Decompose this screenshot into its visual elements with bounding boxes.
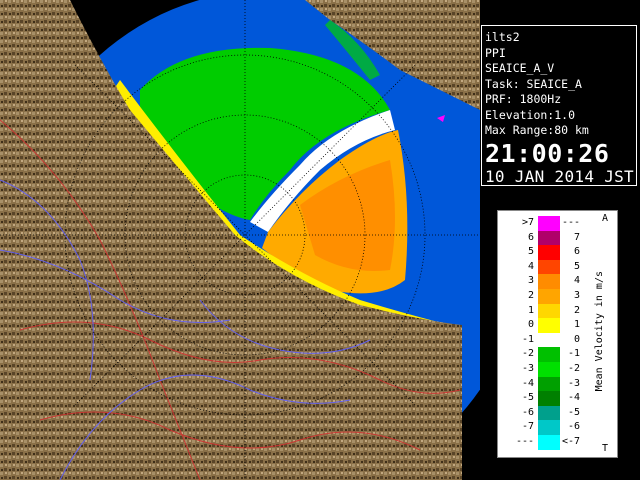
legend-row: 67 <box>498 230 619 246</box>
legend-row-max: 0 <box>573 333 580 345</box>
legend-unit-label: Mean Velocity in m/s <box>594 271 605 392</box>
legend-row-max: -6 <box>567 421 580 433</box>
radar-ppi-image <box>0 0 480 480</box>
legend-row-min: -4 <box>521 377 534 389</box>
legend-row-min: --- <box>515 436 534 447</box>
legend-row-min: -7 <box>521 421 534 433</box>
legend-row-max: <-7 <box>561 436 580 447</box>
legend-row-max: 3 <box>573 290 580 301</box>
elevation-value: Elevation:1.0 <box>485 107 576 122</box>
legend-row-max: 7 <box>573 231 580 243</box>
scan-date: 10 JAN 2014 JST <box>485 166 634 186</box>
legend-row: --- <-7 <box>498 435 619 450</box>
legend-row-max: -5 <box>567 406 580 418</box>
task-name: Task: SEAICE_A <box>485 76 582 91</box>
legend-top-mark: A <box>602 213 609 224</box>
legend-row-max: 2 <box>573 304 580 316</box>
legend-row-min: 1 <box>527 304 534 316</box>
legend-row-min: 2 <box>527 290 534 301</box>
legend-row-max: -2 <box>567 363 580 374</box>
scan-mode: PPI <box>485 45 506 60</box>
velocity-legend: >7 --- 6 7 5 6 4 5 3 4 2 3 1 2 0 1 -1 0 -2 -1 -3 -2 -4 -3 -5 -4 -6… <box>497 210 618 458</box>
legend-row-min: -1 <box>521 333 534 345</box>
legend-row-min: -2 <box>521 348 534 360</box>
legend-row-min: -5 <box>521 392 534 404</box>
legend-row-max: -1 <box>567 348 580 360</box>
legend-bottom-mark: T <box>602 443 609 454</box>
legend-row-max: -4 <box>567 392 580 404</box>
legend-row-min: -3 <box>521 363 534 374</box>
legend-row: >7 --- <box>498 216 619 231</box>
product-name: SEAICE_A_V <box>485 61 555 75</box>
site-name: ilts2 <box>485 30 520 44</box>
legend-row-min: 4 <box>527 260 534 272</box>
legend-row: 56 <box>498 245 619 260</box>
legend-row-max: 4 <box>573 275 580 287</box>
scan-time: 21:00:26 <box>485 138 610 168</box>
prf-value: PRF: 1800Hz <box>485 92 562 106</box>
legend-row-max: -3 <box>567 377 580 389</box>
radar-info-panel: ilts2 PPI SEAICE_A_V Task: SEAICE_A PRF:… <box>481 25 637 186</box>
legend-row-min: >7 <box>521 217 534 228</box>
legend-row-min: 3 <box>527 275 534 287</box>
legend-row-min: -6 <box>521 406 534 418</box>
legend-row-max: --- <box>561 217 580 228</box>
max-range-value: Max Range:80 km <box>485 123 589 137</box>
legend-row-max: 1 <box>573 319 580 331</box>
legend-row-min: 6 <box>527 231 534 243</box>
legend-row-max: 6 <box>573 246 580 258</box>
legend-row-min: 0 <box>527 319 534 331</box>
legend-row-max: 5 <box>573 260 580 272</box>
legend-row-min: 5 <box>527 246 534 258</box>
legend-row: -7 -6 <box>498 420 619 435</box>
